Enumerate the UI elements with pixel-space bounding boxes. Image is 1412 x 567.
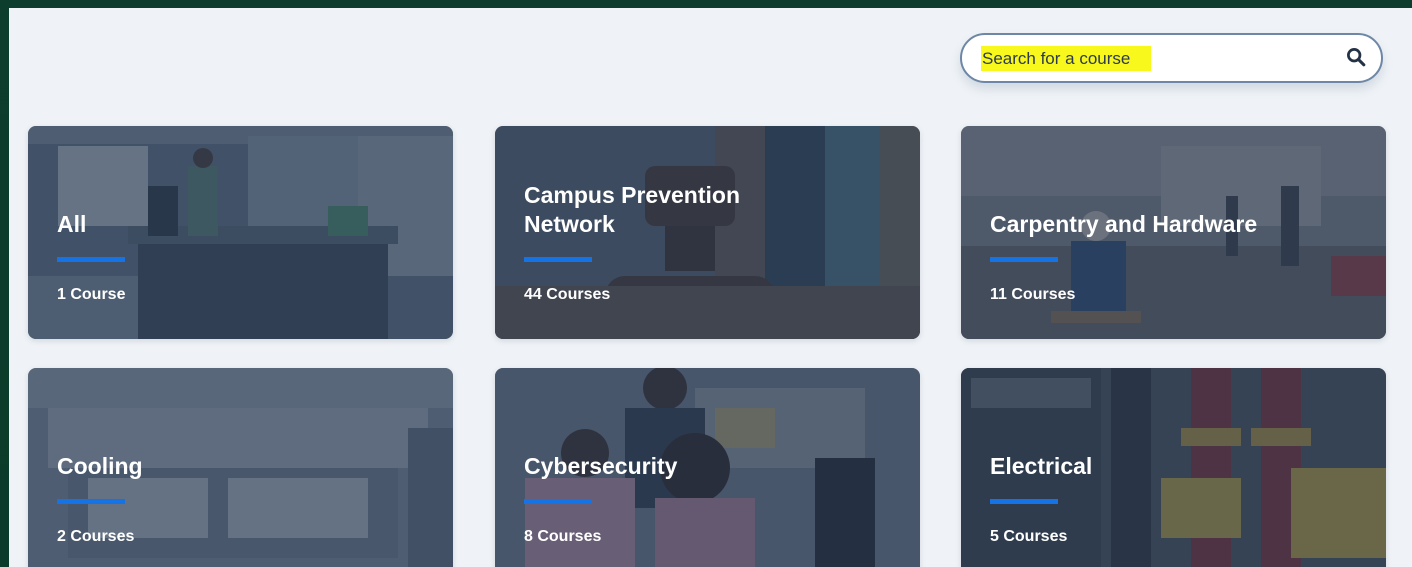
card-title: All [57,211,87,237]
category-card-campus-prevention-network[interactable]: Campus Prevention Network 44 Courses [495,126,920,339]
card-title: Electrical [990,453,1093,479]
category-card-electrical[interactable]: Electrical 5 Courses [961,368,1386,567]
card-accent-bar [524,257,592,262]
card-title: Cooling [57,453,143,479]
card-accent-bar [524,499,592,504]
card-course-count: 5 Courses [990,528,1068,545]
search-input[interactable] [982,47,1312,71]
card-accent-bar [57,257,125,262]
card-title: Campus Prevention Network [524,182,740,237]
card-overlay [28,126,453,339]
card-course-count: 2 Courses [57,528,135,545]
category-card-cybersecurity[interactable]: Cybersecurity 8 Courses [495,368,920,567]
search-box[interactable] [960,33,1383,83]
category-card-cooling[interactable]: Cooling 2 Courses [28,368,453,567]
card-course-count: 8 Courses [524,528,602,545]
card-accent-bar [57,499,125,504]
card-course-count: 44 Courses [524,286,611,303]
course-catalog-page: All 1 Course Campus Prevention Network 4… [9,8,1412,567]
card-title: Carpentry and Hardware [990,211,1258,237]
card-course-count: 11 Courses [990,286,1076,303]
card-title: Cybersecurity [524,453,678,479]
card-accent-bar [990,257,1058,262]
card-course-count: 1 Course [57,286,126,303]
search-icon[interactable] [1345,46,1367,68]
card-accent-bar [990,499,1058,504]
category-card-all[interactable]: All 1 Course [28,126,453,339]
category-card-carpentry-and-hardware[interactable]: Carpentry and Hardware 11 Courses [961,126,1386,339]
